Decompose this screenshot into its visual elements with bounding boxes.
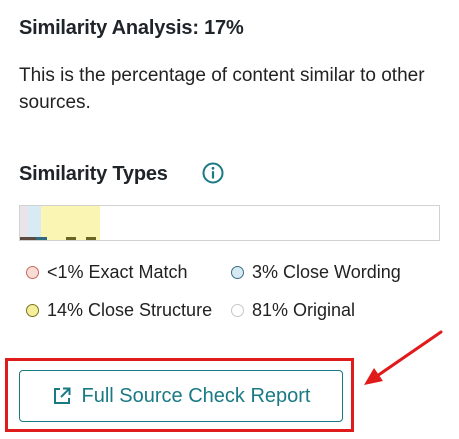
legend-dot-original bbox=[231, 304, 244, 317]
bar-segment-exact-match bbox=[20, 206, 28, 240]
bar-segment-close-wording bbox=[28, 206, 41, 240]
full-source-check-report-button[interactable]: Full Source Check Report bbox=[19, 370, 343, 422]
bar-segment-close-structure bbox=[41, 206, 100, 240]
legend-dot-exact-match bbox=[26, 266, 39, 279]
bar-underline-structure-a bbox=[66, 237, 76, 240]
external-link-icon bbox=[53, 387, 70, 404]
red-arrow-annotation bbox=[364, 330, 443, 385]
legend-label-close-structure: 14% Close Structure bbox=[47, 300, 213, 320]
similarity-types-heading: Similarity Types bbox=[19, 163, 168, 185]
similarity-analysis-heading: Similarity Analysis: 17% bbox=[19, 17, 244, 39]
legend-dot-close-wording bbox=[231, 266, 244, 279]
legend-label-close-wording: 3% Close Wording bbox=[252, 262, 401, 282]
similarity-description: This is the percentage of content simila… bbox=[19, 65, 425, 113]
bar-underline-structure-b bbox=[86, 237, 96, 240]
legend-item-close-wording: 3% Close Wording bbox=[231, 262, 401, 283]
bar-underline-wording bbox=[36, 237, 47, 240]
report-button-label: Full Source Check Report bbox=[81, 384, 311, 407]
info-circle-icon[interactable] bbox=[201, 161, 225, 185]
legend-item-original: 81% Original bbox=[231, 300, 355, 321]
legend-label-original: 81% Original bbox=[252, 300, 356, 320]
bar-underline-exact bbox=[20, 237, 36, 240]
legend-item-close-structure: 14% Close Structure bbox=[26, 300, 212, 321]
legend-label-exact-match: <1% Exact Match bbox=[47, 262, 188, 282]
legend-item-exact-match: <1% Exact Match bbox=[26, 262, 188, 283]
similarity-bar bbox=[19, 205, 440, 241]
legend-dot-close-structure bbox=[26, 304, 39, 317]
